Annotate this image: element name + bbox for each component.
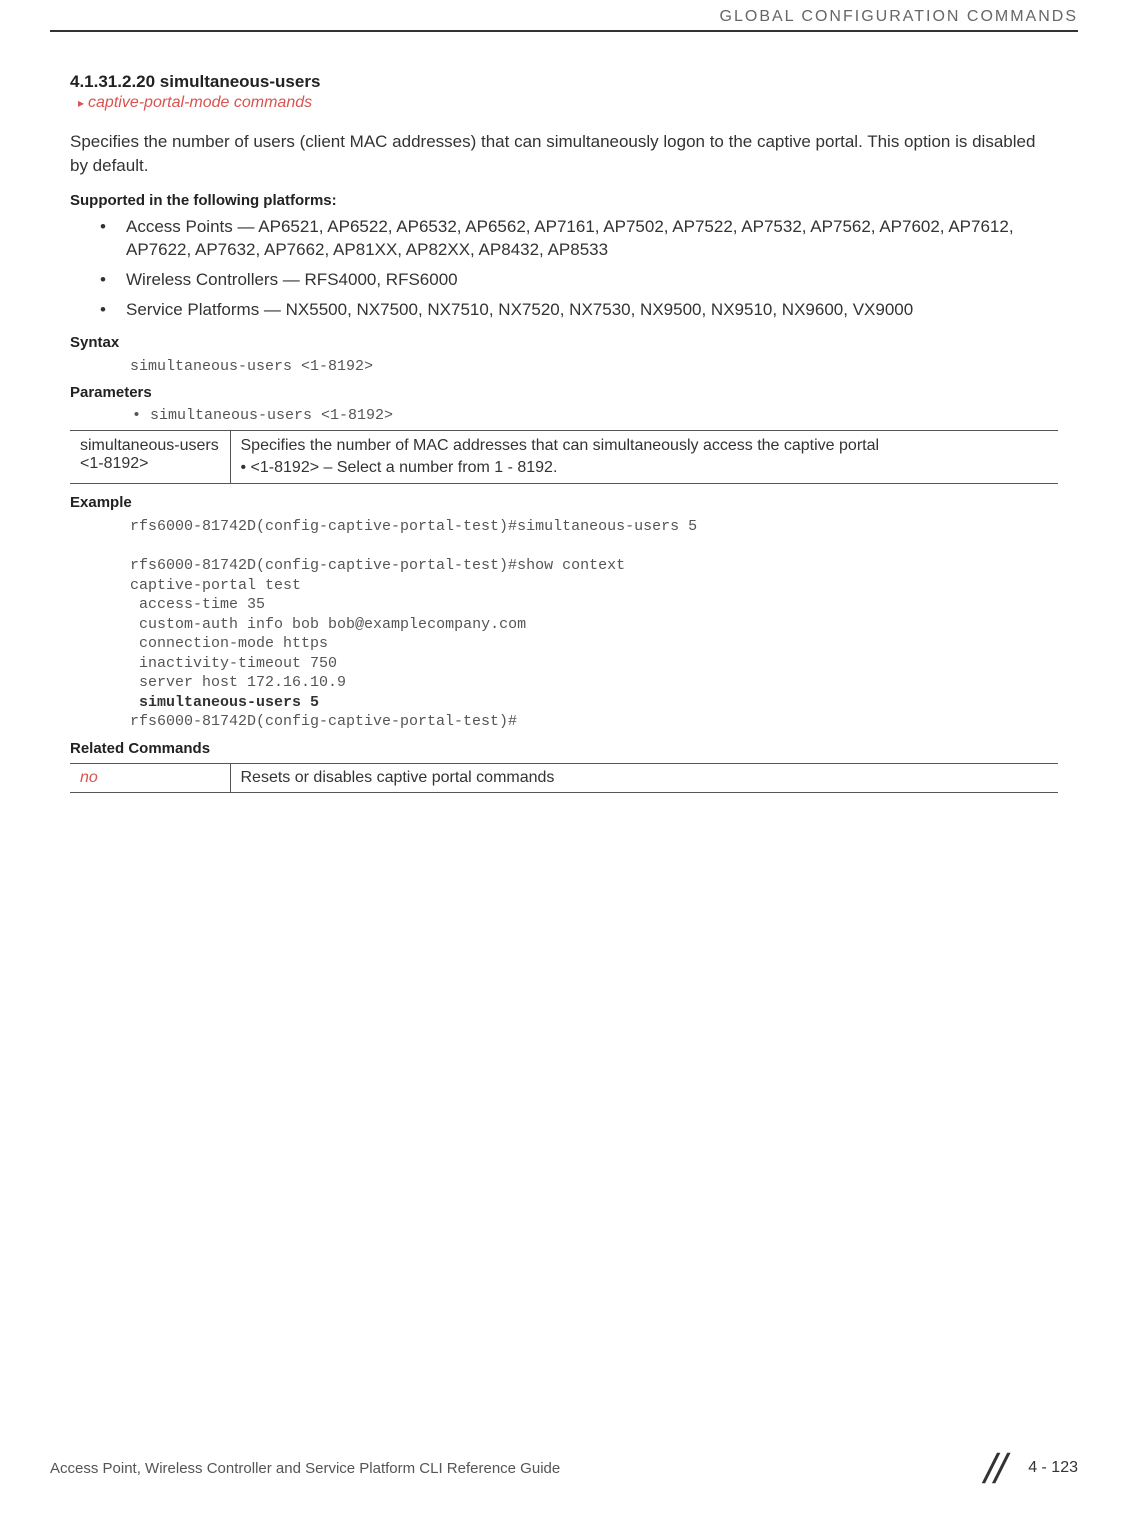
parameters-bullet: simultaneous-users <1-8192>	[132, 407, 1058, 424]
parameters-table: simultaneous-users <1-8192> Specifies th…	[70, 430, 1058, 484]
footer-title: Access Point, Wireless Controller and Se…	[50, 1460, 560, 1477]
header-divider	[50, 30, 1078, 32]
param-sub-bullet: <1-8192> – Select a number from 1 - 8192…	[241, 459, 1049, 477]
list-item: Wireless Controllers — RFS4000, RFS6000	[100, 268, 1058, 292]
page-content: 4.1.31.2.20 simultaneous-users captive-p…	[0, 72, 1128, 793]
breadcrumb-link[interactable]: captive-portal-mode commands	[78, 94, 1058, 112]
parameters-heading: Parameters	[70, 384, 1058, 401]
section-description: Specifies the number of users (client MA…	[70, 130, 1058, 178]
related-link[interactable]: no	[80, 769, 98, 786]
param-desc-cell: Specifies the number of MAC addresses th…	[230, 431, 1058, 484]
example-code-bold: simultaneous-users 5	[130, 693, 1058, 713]
table-row: simultaneous-users <1-8192> Specifies th…	[70, 431, 1058, 484]
param-key-cell: simultaneous-users <1-8192>	[70, 431, 230, 484]
table-row: no Resets or disables captive portal com…	[70, 763, 1058, 792]
example-code-tail: rfs6000-81742D(config-captive-portal-tes…	[130, 712, 1058, 732]
footer-right: 4 - 123	[980, 1451, 1078, 1485]
running-header: GLOBAL CONFIGURATION COMMANDS	[0, 0, 1128, 30]
zebra-logo-icon	[980, 1451, 1014, 1485]
syntax-code: simultaneous-users <1-8192>	[130, 357, 1058, 377]
section-heading: 4.1.31.2.20 simultaneous-users	[70, 72, 1058, 92]
example-heading: Example	[70, 494, 1058, 511]
list-item: Service Platforms — NX5500, NX7500, NX75…	[100, 298, 1058, 322]
page-number: 4 - 123	[1028, 1459, 1078, 1477]
example-code: rfs6000-81742D(config-captive-portal-tes…	[130, 517, 1058, 693]
syntax-heading: Syntax	[70, 334, 1058, 351]
list-item: Access Points — AP6521, AP6522, AP6532, …	[100, 215, 1058, 263]
related-heading: Related Commands	[70, 740, 1058, 757]
related-key-cell[interactable]: no	[70, 763, 230, 792]
supported-heading: Supported in the following platforms:	[70, 192, 1058, 209]
related-table: no Resets or disables captive portal com…	[70, 763, 1058, 793]
related-desc-cell: Resets or disables captive portal comman…	[230, 763, 1058, 792]
param-desc: Specifies the number of MAC addresses th…	[241, 437, 880, 454]
page-footer: Access Point, Wireless Controller and Se…	[50, 1451, 1078, 1485]
running-title: GLOBAL CONFIGURATION COMMANDS	[720, 8, 1078, 25]
supported-list: Access Points — AP6521, AP6522, AP6532, …	[100, 215, 1058, 322]
